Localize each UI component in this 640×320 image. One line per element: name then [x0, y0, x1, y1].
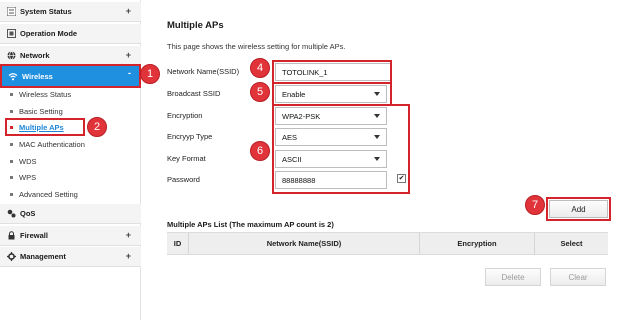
- bullet-icon: [10, 160, 13, 163]
- sidebar-item-label: Advanced Setting: [19, 190, 78, 199]
- encryption-select[interactable]: WPA2-PSK: [275, 107, 387, 125]
- multiple-aps-highlight: [5, 118, 85, 136]
- lock-icon: [6, 231, 16, 241]
- chevron-down-icon: [374, 135, 380, 139]
- sidebar-item-label: MAC Authentication: [19, 140, 85, 149]
- sidebar-item-wireless-status[interactable]: Wireless Status: [0, 86, 141, 103]
- bullet-icon: [10, 176, 13, 179]
- nav-system-status[interactable]: System Status +: [0, 2, 141, 22]
- nav-network[interactable]: Network +: [0, 46, 141, 66]
- encrypt-type-label: Encryyp Type: [167, 132, 213, 141]
- password-label: Password: [167, 175, 200, 184]
- gear-icon: [6, 252, 16, 262]
- column-header-ssid: Network Name(SSID): [189, 233, 420, 254]
- step-badge-5: 5: [250, 82, 270, 102]
- nav-operation-mode[interactable]: Operation Mode: [0, 24, 141, 44]
- broadcast-ssid-label: Broadcast SSID: [167, 89, 221, 98]
- sidebar: System Status + Operation Mode Network +…: [0, 0, 141, 320]
- encrypt-type-value: AES: [282, 132, 298, 142]
- nav-management-label: Management: [20, 252, 66, 261]
- expand-icon[interactable]: +: [126, 251, 131, 261]
- operation-mode-icon: [6, 29, 16, 39]
- expand-icon[interactable]: +: [126, 6, 131, 16]
- expand-icon[interactable]: +: [126, 50, 131, 60]
- step-badge-6: 6: [250, 141, 270, 161]
- nav-firewall-label: Firewall: [20, 231, 48, 240]
- add-button-highlight: [546, 197, 611, 221]
- step-badge-2: 2: [87, 117, 107, 137]
- broadcast-ssid-highlight: [272, 82, 392, 106]
- nav-management[interactable]: Management +: [0, 247, 141, 267]
- bullet-icon: [10, 93, 13, 96]
- key-format-label: Key Format: [167, 154, 206, 163]
- encryption-label: Encryption: [167, 111, 203, 120]
- bullet-icon: [10, 143, 13, 146]
- nav-firewall[interactable]: Firewall +: [0, 226, 141, 246]
- bullet-icon: [10, 193, 13, 196]
- column-header-select: Select: [560, 239, 583, 248]
- nav-system-status-label: System Status: [20, 7, 72, 16]
- password-input[interactable]: 88888888: [275, 171, 387, 189]
- ssid-highlight: [272, 60, 392, 84]
- nav-qos-label: QoS: [20, 209, 36, 218]
- sidebar-item-mac-authentication[interactable]: MAC Authentication: [0, 136, 141, 153]
- list-title: Multiple APs List (The maximum AP count …: [167, 220, 334, 229]
- aps-list-table-header: ID Network Name(SSID) Encryption Select: [167, 232, 608, 255]
- expand-icon[interactable]: +: [126, 230, 131, 240]
- nav-wireless[interactable]: Wireless -: [0, 64, 141, 88]
- delete-button[interactable]: Delete: [485, 268, 541, 286]
- step-badge-4: 4: [250, 58, 270, 78]
- step-badge-7: 7: [525, 195, 545, 215]
- chevron-down-icon: [374, 157, 380, 161]
- sidebar-item-label: WPS: [19, 173, 37, 182]
- sidebar-item-advanced-setting[interactable]: Advanced Setting: [0, 186, 141, 203]
- column-header-encryption: Encryption: [420, 233, 535, 254]
- collapse-icon[interactable]: -: [128, 68, 131, 78]
- sidebar-item-wds[interactable]: WDS: [0, 153, 141, 170]
- step-badge-1: 1: [140, 64, 160, 84]
- sidebar-item-label: Wireless Status: [19, 90, 72, 99]
- encryption-value: WPA2-PSK: [282, 111, 321, 121]
- page-description: This page shows the wireless setting for…: [167, 42, 346, 51]
- sidebar-item-label: WDS: [19, 157, 37, 166]
- nav-qos[interactable]: QoS: [0, 204, 141, 224]
- clear-button[interactable]: Clear: [550, 268, 606, 286]
- encrypt-type-select[interactable]: AES: [275, 128, 387, 146]
- nav-operation-mode-label: Operation Mode: [20, 29, 78, 38]
- key-format-select[interactable]: ASCII: [275, 150, 387, 168]
- sidebar-item-label: Basic Setting: [19, 107, 63, 116]
- nav-network-label: Network: [20, 51, 50, 60]
- key-format-value: ASCII: [282, 154, 302, 164]
- system-status-icon: [6, 7, 16, 17]
- column-header-id: ID: [167, 233, 189, 254]
- nav-wireless-label: Wireless: [22, 71, 53, 81]
- globe-icon: [6, 51, 16, 61]
- sidebar-item-wps[interactable]: WPS: [0, 169, 141, 186]
- bullet-icon: [10, 110, 13, 113]
- chevron-down-icon: [374, 114, 380, 118]
- page-title: Multiple APs: [167, 20, 224, 31]
- wifi-icon: [8, 71, 18, 81]
- ssid-label: Network Name(SSID): [167, 67, 240, 76]
- qos-icon: [6, 209, 16, 219]
- show-password-checkbox[interactable]: ✔: [397, 174, 406, 183]
